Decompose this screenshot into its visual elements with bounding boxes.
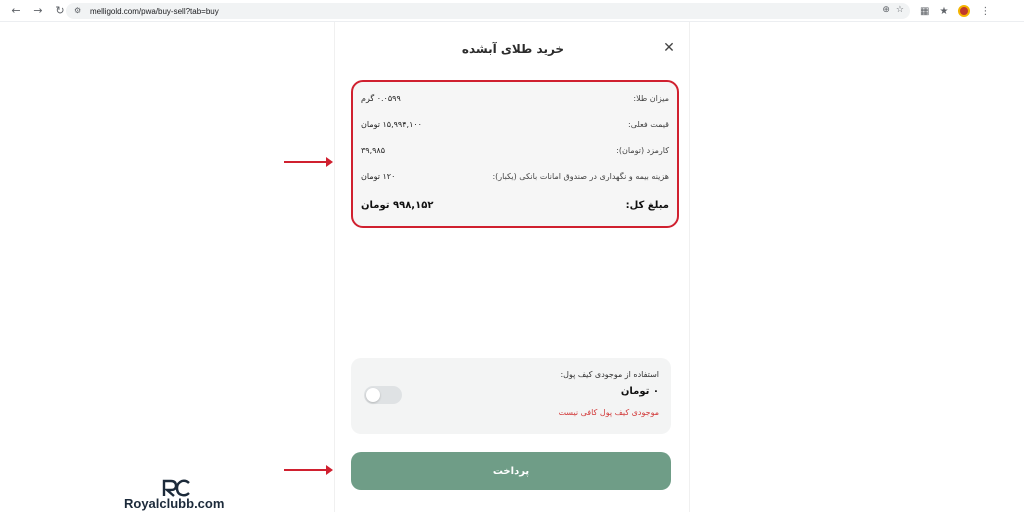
purchase-summary: میزان طلا: ۰.۰۵۹۹ گرم قیمت فعلی: ۱۵,۹۹۴,… [351,80,679,228]
pay-button[interactable]: پرداخت [351,452,671,490]
total-value: ۹۹۸,۱۵۲ تومان [361,200,434,211]
forward-icon[interactable]: → [28,1,48,21]
summary-row-insurance: هزینه بیمه و نگهداری در صندوق امانات بان… [361,172,669,181]
gold-amount-label: میزان طلا: [633,94,669,103]
fee-label: کارمزد (تومان): [616,146,669,155]
profile-avatar[interactable] [958,5,971,17]
url-text: melligold.com/pwa/buy-sell?tab=buy [90,6,219,16]
current-price-value: ۱۵,۹۹۴,۱۰۰ تومان [361,120,422,129]
annotation-arrow-summary [284,157,333,167]
summary-row-current-price: قیمت فعلی: ۱۵,۹۹۴,۱۰۰ تومان [361,120,669,129]
close-icon[interactable]: ✕ [661,40,677,56]
zoom-icon[interactable]: ⊕ [882,5,890,15]
wallet-balance: ۰ تومان [620,386,659,397]
wallet-toggle[interactable] [364,386,402,404]
gold-amount-value: ۰.۰۵۹۹ گرم [361,94,401,103]
insurance-value: ۱۲۰ تومان [361,172,396,181]
wallet-label: استفاده از موجودی کیف پول: [560,370,659,379]
browser-toolbar: ← → ↻ ⚙ melligold.com/pwa/buy-sell?tab=b… [0,0,1024,22]
bookmark-star-icon[interactable]: ☆ [896,5,904,15]
reading-list-icon[interactable]: ★ [939,6,948,17]
extensions-icon[interactable]: ▦ [920,6,929,17]
site-info-icon[interactable]: ⚙ [74,6,86,16]
royalclubb-logo [162,479,190,497]
address-bar[interactable]: ⚙ melligold.com/pwa/buy-sell?tab=buy ⊕ ☆ [66,3,910,19]
watermark-text: Royalclubb.com [124,496,225,511]
fee-value: ۳۹,۹۸۵ [361,146,386,155]
summary-row-total: مبلغ کل: ۹۹۸,۱۵۲ تومان [361,200,669,211]
toggle-knob [366,388,380,402]
annotation-arrow-pay [284,465,333,475]
modal-title: خرید طلای آبشده [461,42,565,56]
current-price-label: قیمت فعلی: [628,120,669,129]
back-icon[interactable]: ← [6,1,26,21]
menu-icon[interactable]: ⋮ [980,6,990,17]
summary-row-gold-amount: میزان طلا: ۰.۰۵۹۹ گرم [361,94,669,103]
buy-gold-modal: خرید طلای آبشده ✕ میزان طلا: ۰.۰۵۹۹ گرم … [334,22,690,512]
wallet-warning: موجودی کیف پول کافی نیست [558,408,659,417]
total-label: مبلغ کل: [625,200,669,211]
insurance-label: هزینه بیمه و نگهداری در صندوق امانات بان… [492,172,669,181]
wallet-section: استفاده از موجودی کیف پول: ۰ تومان موجود… [351,358,671,434]
summary-row-fee: کارمزد (تومان): ۳۹,۹۸۵ [361,146,669,155]
